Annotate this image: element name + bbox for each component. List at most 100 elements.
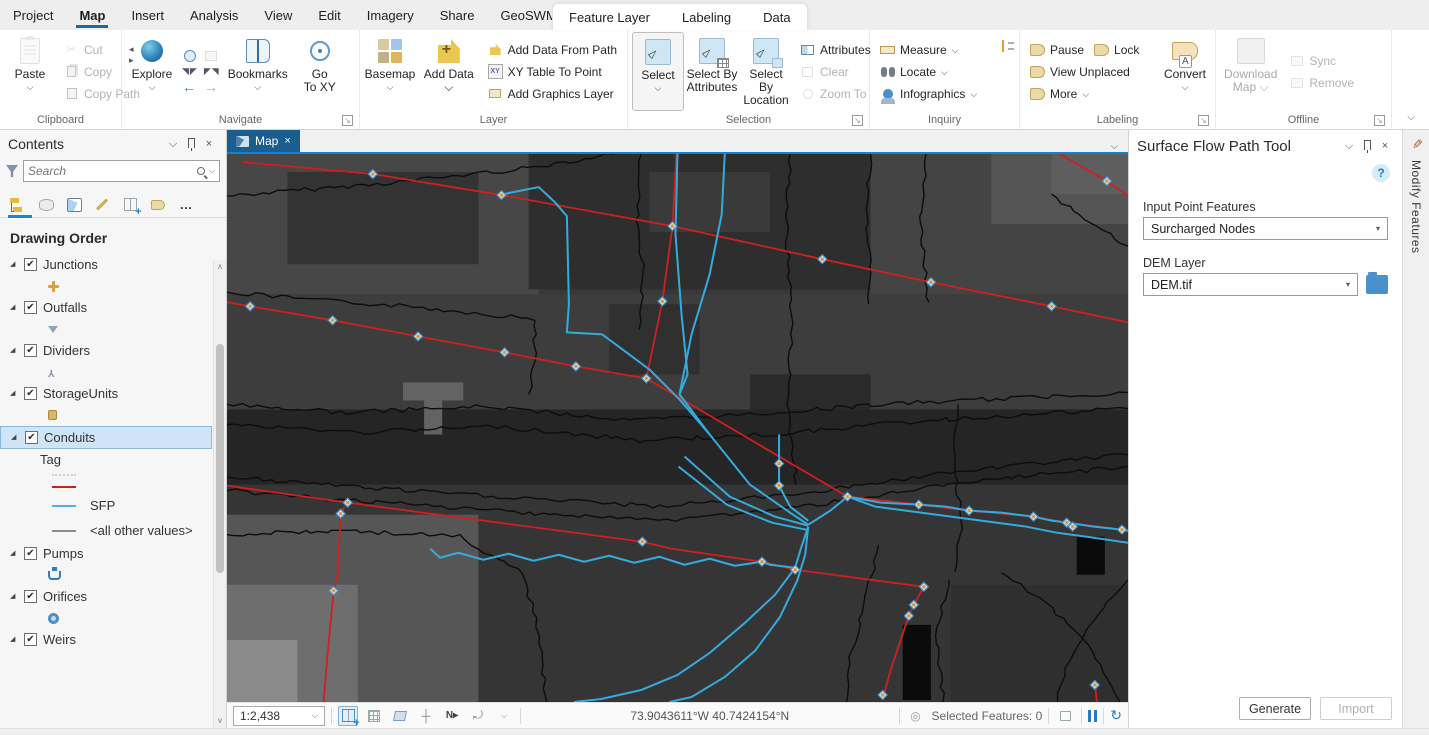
coordinate-conversion-icon[interactable]	[1000, 38, 1015, 53]
navigate-dialog-launcher[interactable]: ↘	[342, 115, 353, 126]
select-button[interactable]: Select⌵	[632, 32, 684, 111]
layer-checkbox-outfalls[interactable]: ✔	[24, 301, 37, 314]
select-by-attributes-button[interactable]: Select By Attributes	[686, 32, 738, 111]
layer-item-storageunits[interactable]: ◢ ✔ StorageUnits	[0, 383, 212, 404]
rotate-view-icon[interactable]: ⤾	[468, 706, 488, 726]
xy-table-to-point-button[interactable]: XY XY Table To Point	[484, 62, 621, 81]
menu-edit[interactable]: Edit	[305, 0, 353, 30]
snapping-toggle-icon[interactable]	[338, 705, 360, 729]
expander-icon[interactable]: ◢	[10, 346, 15, 354]
offline-dialog-launcher[interactable]: ↘	[1374, 115, 1385, 126]
select-by-location-button[interactable]: Select By Location	[740, 32, 792, 111]
refresh-map-icon[interactable]: ↻	[1110, 707, 1122, 724]
expander-icon[interactable]: ◢	[10, 303, 15, 311]
layer-item-junctions[interactable]: ◢ ✔ Junctions	[0, 254, 212, 275]
panel-menu-icon[interactable]: ⌵	[1340, 140, 1358, 153]
expander-icon[interactable]: ◢	[10, 260, 15, 268]
map-tab[interactable]: Map ×	[227, 130, 300, 152]
grid-icon[interactable]	[364, 706, 384, 726]
menu-share[interactable]: Share	[427, 0, 488, 30]
search-input[interactable]	[28, 164, 193, 178]
next-extent-icon[interactable]: →	[204, 79, 218, 95]
scroll-down-icon[interactable]: ∨	[217, 714, 223, 728]
zoom-selection-icon[interactable]	[203, 49, 218, 64]
zoom-to-button[interactable]: Zoom To	[796, 84, 875, 103]
layer-item-weirs[interactable]: ◢ ✔ Weirs	[0, 629, 212, 650]
attributes-button[interactable]: Attributes	[796, 40, 875, 59]
contents-scrollbar[interactable]: ∧ ∨	[213, 260, 226, 728]
expander-icon[interactable]: ◢	[10, 389, 15, 397]
layer-checkbox-orifices[interactable]: ✔	[24, 590, 37, 603]
help-icon[interactable]: ?	[1372, 164, 1390, 182]
menu-imagery[interactable]: Imagery	[354, 0, 427, 30]
list-by-editing-icon[interactable]	[92, 195, 112, 215]
fixed-zoom-in-icon[interactable]: ◥◤	[182, 66, 198, 77]
north-arrow-icon[interactable]: N▸	[442, 706, 462, 726]
status-toolbar-dropdown-icon[interactable]: ⌵	[494, 706, 514, 726]
layer-item-outfalls[interactable]: ◢ ✔ Outfalls	[0, 297, 212, 318]
layer-checkbox-pumps[interactable]: ✔	[24, 547, 37, 560]
selection-dialog-launcher[interactable]: ↘	[852, 115, 863, 126]
layer-item-dividers[interactable]: ◢ ✔ Dividers	[0, 340, 212, 361]
layer-checkbox-dividers[interactable]: ✔	[24, 344, 37, 357]
contents-more-icon[interactable]: …	[176, 195, 196, 215]
add-data-button[interactable]: Add Data ⌵	[418, 32, 480, 111]
list-by-labeling-icon[interactable]	[148, 195, 168, 215]
menu-map[interactable]: Map	[66, 0, 118, 30]
previous-extent-icon[interactable]: ←	[182, 79, 196, 95]
layer-item-orifices[interactable]: ◢ ✔ Orifices	[0, 586, 212, 607]
fixed-zoom-out-icon[interactable]: ◤◥	[204, 66, 220, 77]
map-tab-close-icon[interactable]: ×	[284, 135, 290, 147]
layer-checkbox-conduits[interactable]: ✔	[25, 431, 38, 444]
scrollbar-thumb[interactable]	[216, 344, 224, 574]
add-data-from-path-button[interactable]: Add Data From Path	[484, 40, 621, 59]
scroll-up-icon[interactable]: ∧	[217, 260, 223, 274]
measure-button[interactable]: Measure ⌵	[876, 40, 996, 59]
import-button[interactable]: Import	[1320, 697, 1392, 720]
tab-data[interactable]: Data	[747, 10, 806, 25]
bookmarks-button[interactable]: Bookmarks ⌵	[224, 32, 292, 111]
input-point-features-combo[interactable]: Surcharged Nodes ▾	[1143, 217, 1388, 240]
more-labeling-button[interactable]: More ⌵	[1026, 84, 1155, 103]
full-extent-icon[interactable]	[182, 49, 197, 64]
contents-pin-icon[interactable]	[182, 137, 200, 151]
tab-feature-layer[interactable]: Feature Layer	[553, 10, 666, 25]
generate-button[interactable]: Generate	[1239, 697, 1311, 720]
selection-box-icon[interactable]	[1055, 706, 1075, 726]
snap-mode-icon[interactable]	[390, 706, 410, 726]
list-by-drawing-order-icon[interactable]	[8, 195, 28, 215]
explore-button[interactable]: Explore⌵	[126, 32, 178, 111]
menu-project[interactable]: Project	[0, 0, 66, 30]
list-by-snapping-icon[interactable]	[120, 195, 142, 218]
menu-analysis[interactable]: Analysis	[177, 0, 251, 30]
map-scale-combo[interactable]: 1:2,438 ⌵	[233, 705, 325, 726]
tab-labeling[interactable]: Labeling	[666, 10, 747, 25]
panel-close-icon[interactable]: ×	[1376, 140, 1394, 152]
collapse-ribbon-icon[interactable]: ⌵	[1407, 112, 1415, 123]
convert-labels-button[interactable]: Convert⌵	[1159, 32, 1211, 111]
go-to-xy-button[interactable]: Go To XY	[294, 32, 346, 111]
view-options-icon[interactable]: ⌵	[1100, 141, 1128, 152]
dem-layer-combo[interactable]: DEM.tif ▾	[1143, 273, 1358, 296]
sync-button[interactable]: Sync	[1285, 51, 1358, 70]
map-canvas[interactable]	[227, 152, 1128, 702]
infographics-button[interactable]: Infographics ⌵	[876, 84, 996, 104]
pause-labeling-button[interactable]: Pause	[1026, 40, 1088, 59]
browse-folder-icon[interactable]	[1366, 272, 1388, 294]
layer-item-conduits[interactable]: ◢ ✔ Conduits	[0, 426, 212, 449]
modify-features-tab[interactable]: Modify Features	[1409, 160, 1423, 254]
remove-button[interactable]: Remove	[1285, 73, 1358, 92]
contents-menu-icon[interactable]: ⌵	[164, 138, 182, 151]
panel-pin-icon[interactable]	[1358, 139, 1376, 153]
paste-button[interactable]: Paste ⌵	[4, 32, 56, 111]
clear-button[interactable]: Clear	[796, 62, 875, 81]
labeling-dialog-launcher[interactable]: ↘	[1198, 115, 1209, 126]
locate-button[interactable]: Locate ⌵	[876, 62, 996, 81]
basemap-button[interactable]: Basemap ⌵	[364, 32, 416, 111]
add-graphics-layer-button[interactable]: Add Graphics Layer	[484, 84, 621, 103]
view-unplaced-button[interactable]: View Unplaced	[1026, 62, 1155, 81]
layer-checkbox-junctions[interactable]: ✔	[24, 258, 37, 271]
pause-drawing-icon[interactable]	[1088, 709, 1098, 722]
list-by-data-source-icon[interactable]	[36, 195, 56, 215]
layer-checkbox-storageunits[interactable]: ✔	[24, 387, 37, 400]
